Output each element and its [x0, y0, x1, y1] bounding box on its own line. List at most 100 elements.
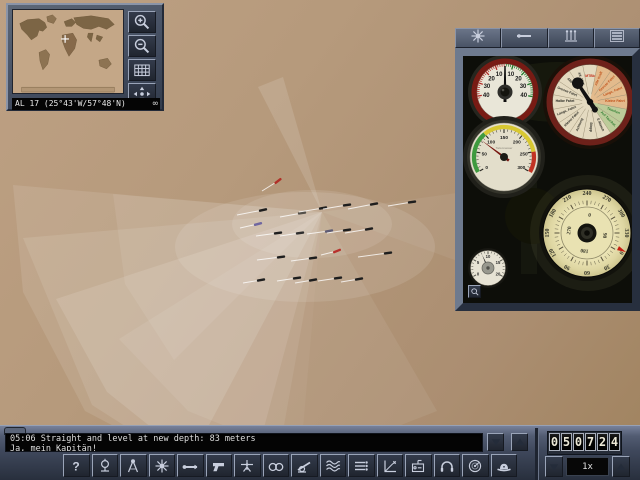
helm-icon [96, 458, 114, 474]
message-scroll-down-button[interactable] [487, 433, 504, 451]
radar-icon [466, 458, 484, 474]
svg-text:?: ? [73, 459, 80, 473]
svg-text:150: 150 [545, 229, 551, 238]
uzo-icon [210, 458, 228, 474]
deck-gun-button[interactable] [291, 454, 318, 477]
panel-seam [535, 428, 539, 480]
counter-digit: 2 [597, 433, 608, 451]
map-zoom-out-button[interactable] [128, 35, 156, 57]
svg-text:20: 20 [488, 77, 495, 83]
hydrophone-button[interactable] [434, 454, 461, 477]
minimap-world-map[interactable] [12, 9, 124, 94]
attackmap-icon [381, 458, 399, 474]
depth-gauge: 0 50 100 150 200 250 300 Tiefenmesser [463, 116, 545, 198]
time-counter: 050724 [547, 431, 622, 455]
range-infinity-symbol: ∞ [153, 98, 158, 110]
time-compression-down-button[interactable] [545, 456, 563, 477]
svg-text:60: 60 [584, 269, 590, 275]
message-log[interactable]: 05:06 Straight and level at new depth: 8… [5, 433, 483, 452]
tab-periscope[interactable] [501, 28, 547, 48]
counter-digit: 7 [585, 433, 596, 451]
sun-icon [153, 458, 171, 474]
grid-icon [132, 61, 152, 79]
svg-text:150: 150 [500, 135, 508, 141]
svg-text:250: 250 [520, 151, 528, 157]
toolbar: ? [63, 454, 517, 477]
svg-text:10: 10 [508, 72, 515, 78]
svg-text:10: 10 [486, 254, 491, 259]
helm-controls-button[interactable] [92, 454, 119, 477]
svg-text:40: 40 [520, 93, 527, 99]
tab-dials[interactable] [594, 28, 640, 48]
map-grid-button[interactable] [128, 59, 156, 81]
time-compression-display: 1x [566, 457, 609, 476]
svg-text:MTBb: MTBb [585, 74, 594, 78]
counter-digit: 0 [549, 433, 560, 451]
svg-text:0: 0 [485, 165, 488, 171]
captains-log-button[interactable] [491, 454, 518, 477]
svg-text:Tiefenmesser: Tiefenmesser [496, 146, 513, 150]
attack-periscope-button[interactable] [177, 454, 204, 477]
ship-contact[interactable] [262, 177, 282, 191]
flak-gun-button[interactable] [234, 454, 261, 477]
torplist-icon [352, 458, 370, 474]
gauges-button[interactable] [149, 454, 176, 477]
speed-gauge: 05101520 [468, 248, 508, 288]
dash-icon [515, 28, 533, 49]
compass-gauge[interactable]: 0306090120150180210240270300330090180270 [539, 185, 632, 281]
sun-icon [469, 28, 487, 49]
magnify-icon [470, 287, 480, 297]
svg-text:30: 30 [484, 84, 491, 90]
svg-text:180: 180 [580, 247, 589, 254]
svg-text:300: 300 [517, 165, 525, 171]
help-icon: ? [67, 458, 85, 474]
counter-digit: 4 [609, 433, 620, 451]
damage-control-button[interactable] [320, 454, 347, 477]
svg-text:240: 240 [583, 191, 592, 197]
hydrophone-fans [13, 77, 471, 480]
zoomout-icon [132, 37, 152, 55]
tab-gauges[interactable] [455, 28, 501, 48]
time-compression-up-button[interactable] [612, 456, 630, 477]
radar-button[interactable] [462, 454, 489, 477]
instrument-panel-body: 1010202030304040MTBbAlle KraftGrosse Fah… [455, 48, 640, 311]
uzo-button[interactable] [206, 454, 233, 477]
svg-text:100: 100 [487, 139, 495, 145]
svg-text:15: 15 [496, 260, 501, 265]
navigation-map-button[interactable] [120, 454, 147, 477]
levers-icon [562, 28, 580, 49]
flak-icon [238, 458, 256, 474]
headphones-icon [438, 458, 456, 474]
svg-text:20: 20 [515, 77, 522, 83]
hat-icon [495, 458, 513, 474]
attack-map-button[interactable] [377, 454, 404, 477]
minimap-panel: AL 17 (25°43'W/57°48'N) ∞ [6, 3, 164, 111]
counter-digit: 5 [561, 433, 572, 451]
svg-text:200: 200 [513, 139, 521, 145]
bars-icon [608, 28, 626, 49]
waves-icon [324, 458, 342, 474]
svg-text:Halbe Fahrt: Halbe Fahrt [556, 99, 576, 103]
deckgun-icon [295, 458, 313, 474]
panel-minimize-button[interactable] [468, 285, 481, 298]
svg-text:30: 30 [520, 84, 527, 90]
svg-text:50: 50 [482, 151, 488, 157]
game-screen: AL 17 (25°43'W/57°48'N) ∞ 10102020303040… [0, 0, 640, 480]
help-button[interactable]: ? [63, 454, 90, 477]
counter-digit: 0 [573, 433, 584, 451]
grid-coordinates-label: AL 17 (25°43'W/57°48'N) ∞ [12, 98, 160, 110]
periscope-icon [181, 458, 199, 474]
binoculars-button[interactable] [263, 454, 290, 477]
map-zoom-in-button[interactable] [128, 11, 156, 33]
svg-text:330: 330 [623, 229, 629, 238]
torpedo-management-button[interactable] [348, 454, 375, 477]
svg-text:Kleine Fahrt: Kleine Fahrt [605, 99, 625, 103]
tab-telegraph[interactable] [548, 28, 594, 48]
message-scroll-up-button[interactable] [511, 433, 528, 451]
svg-text:270: 270 [566, 226, 573, 235]
divider-icon [124, 458, 142, 474]
svg-text:10: 10 [496, 72, 503, 78]
message-line: Ja, mein Kapitän! [10, 445, 478, 453]
radio-icon [409, 458, 427, 474]
radio-button[interactable] [405, 454, 432, 477]
